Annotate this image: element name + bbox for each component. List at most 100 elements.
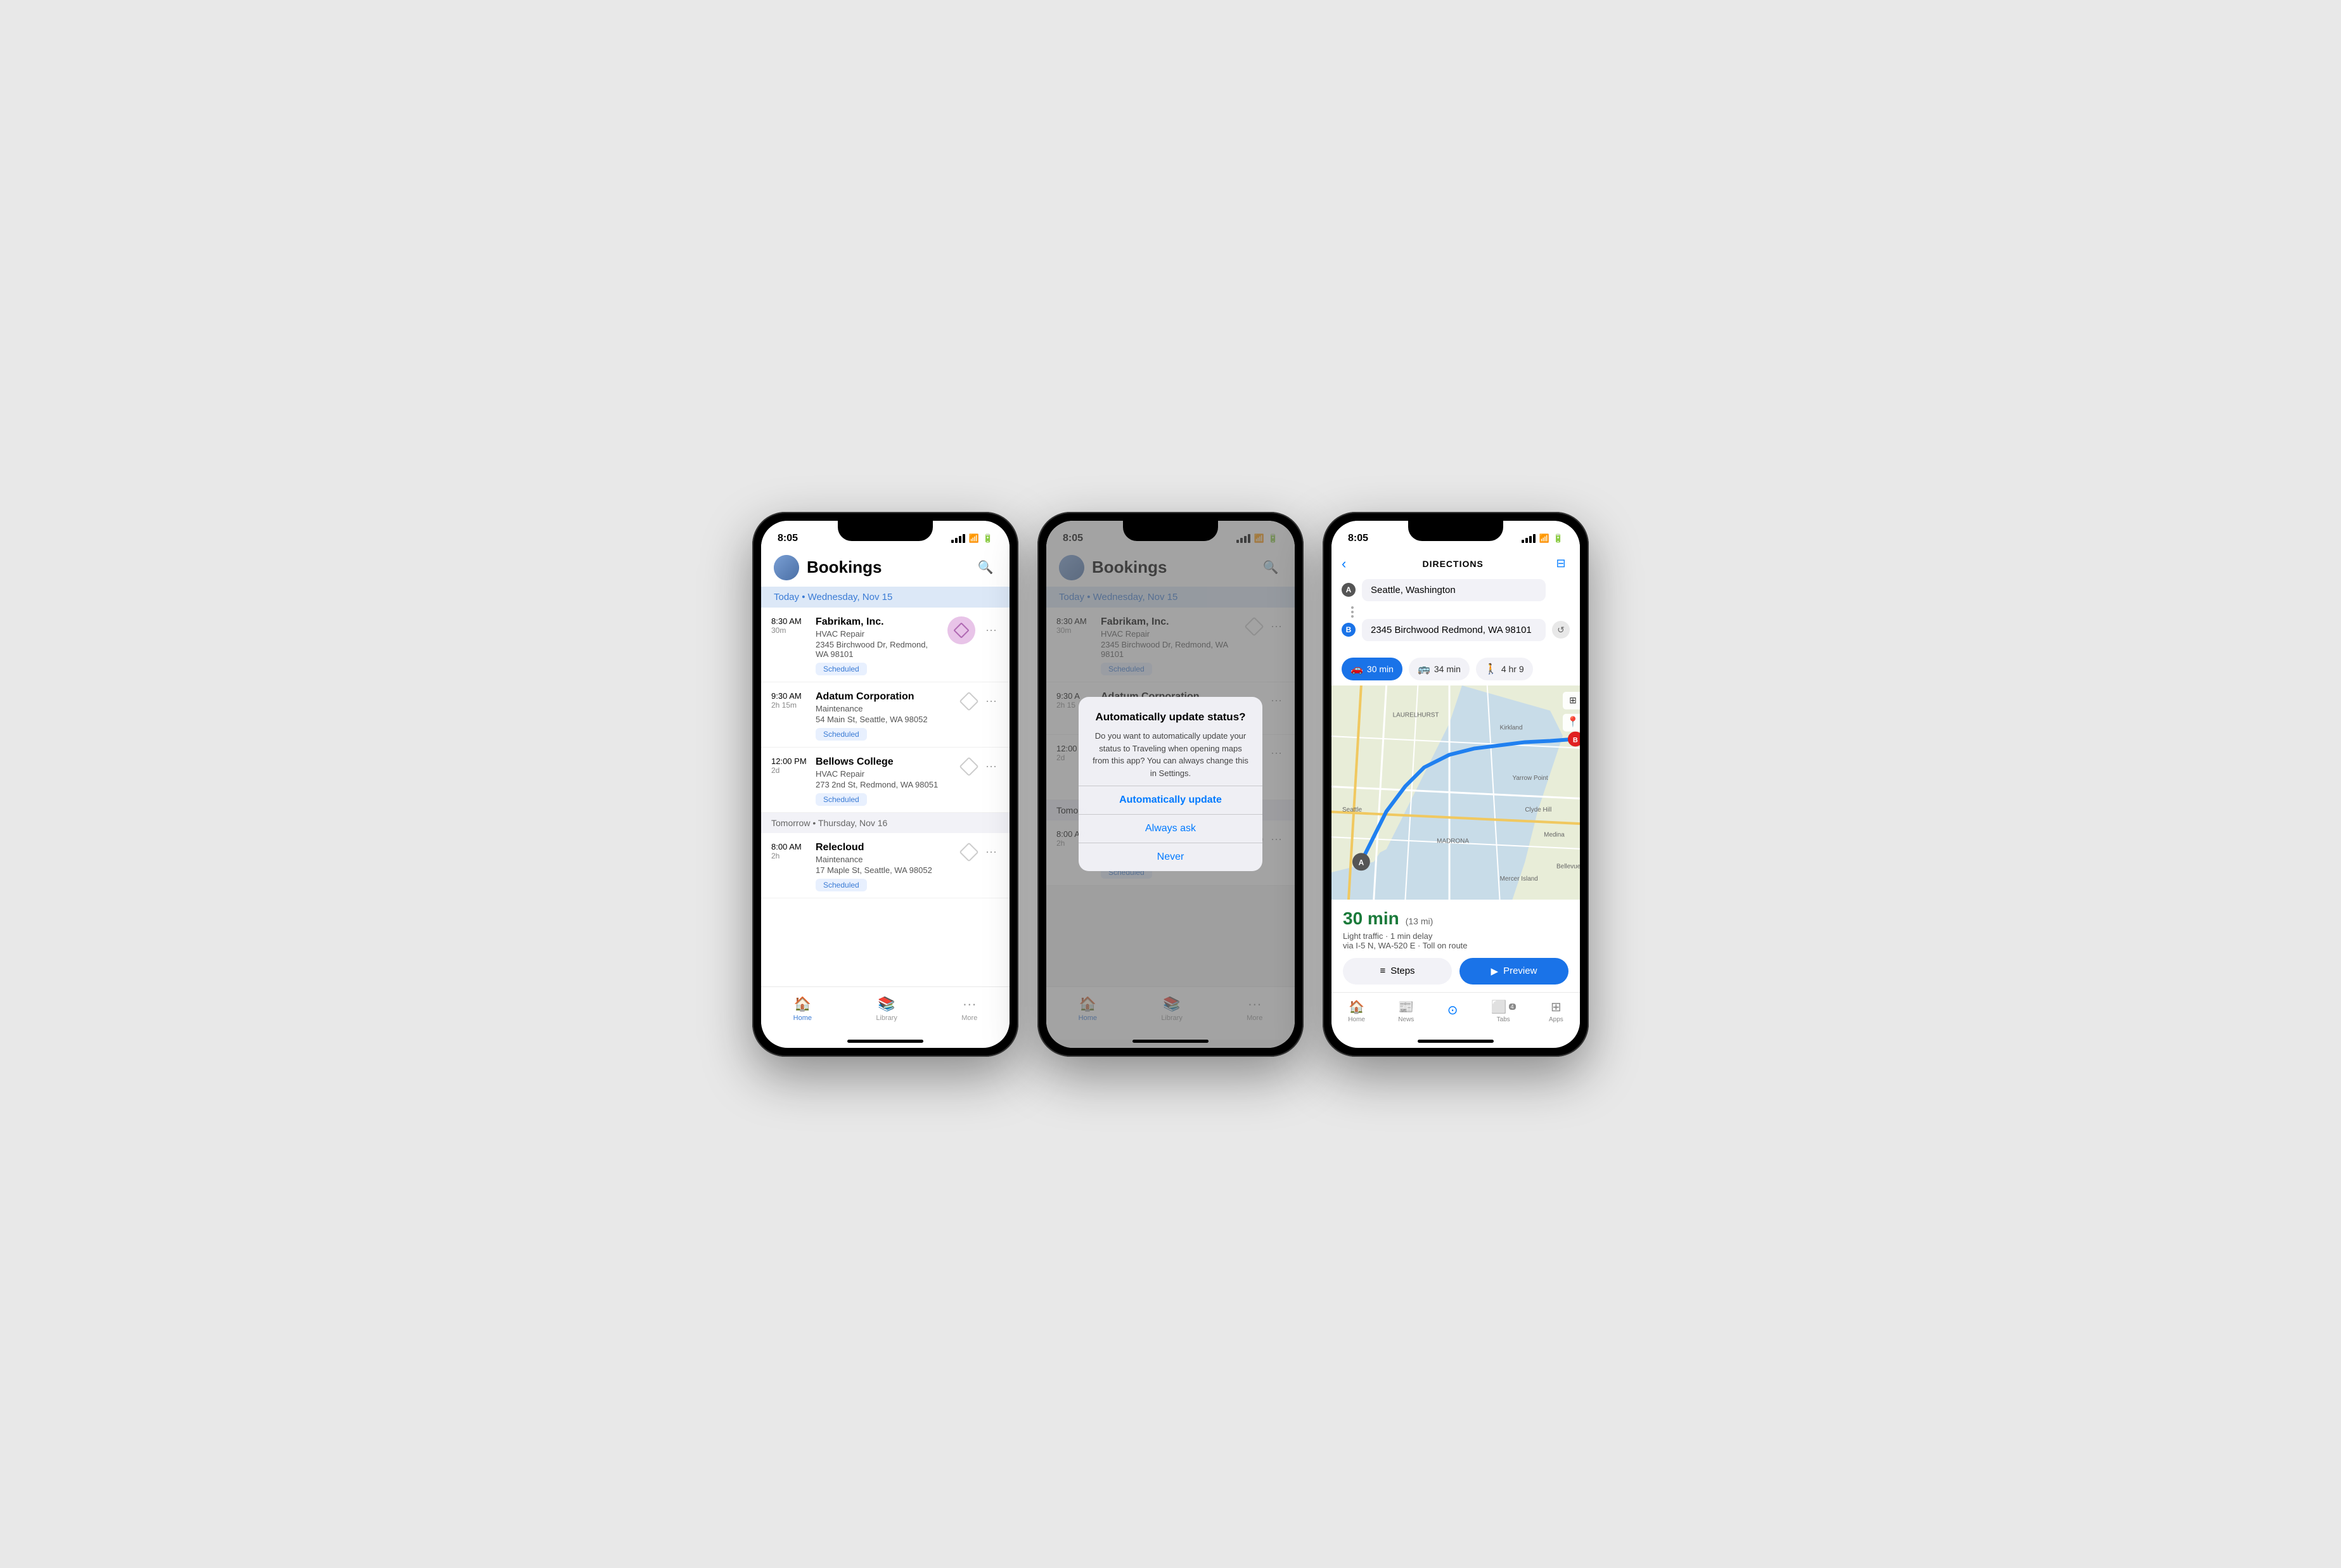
nav-more-1[interactable]: ··· More [949,993,990,1024]
booking-time-2: 9:30 AM 2h 15m [771,691,816,710]
booking-item-tomorrow-1[interactable]: 8:00 AM 2h Relecloud Maintenance 17 Mapl… [761,833,1010,898]
route-options: 🚗 30 min 🚌 34 min 🚶 4 hr 9 [1331,653,1580,685]
maps-nav-news-label: News [1398,1016,1414,1023]
dialog-overlay: Automatically update status? Do you want… [1046,521,1295,1048]
time-1: 8:05 [778,533,798,544]
dialog-btn-always-ask[interactable]: Always ask [1079,814,1262,843]
booking-item-1[interactable]: 8:30 AM 30m Fabrikam, Inc. HVAC Repair 2… [761,608,1010,682]
dialog-btn-never[interactable]: Never [1079,843,1262,871]
nav-library-1[interactable]: 📚 Library [863,993,910,1024]
more-nav-icon-1: ··· [963,996,977,1012]
booking-list-1: 8:30 AM 30m Fabrikam, Inc. HVAC Repair 2… [761,608,1010,986]
walk-icon: 🚶 [1485,663,1498,675]
origin-input[interactable]: Seattle, Washington [1362,579,1546,601]
waypoint-b: B [1342,623,1356,637]
map-distance: (13 mi) [1406,916,1433,926]
steps-button[interactable]: ≡ Steps [1343,958,1452,985]
svg-text:LAURELHURST: LAURELHURST [1393,711,1439,718]
preview-button[interactable]: ▶ Preview [1459,958,1568,985]
maps-nav-tabs[interactable]: ⬜ 4 Tabs [1482,998,1525,1024]
swap-button[interactable]: ↺ [1552,621,1570,639]
status-icons-1: 📶 🔋 [951,533,993,544]
maps-nav-cortana[interactable]: ⊙ [1439,1001,1467,1021]
filter-button[interactable]: ⊟ [1552,555,1570,573]
signal-icon-3 [1522,534,1536,543]
more-button-t1[interactable]: ··· [983,843,999,861]
library-icon-1: 📚 [878,996,895,1012]
car-icon: 🚗 [1350,663,1363,675]
booking-item-2[interactable]: 9:30 AM 2h 15m Adatum Corporation Mainte… [761,682,1010,748]
booking-time-t1: 8:00 AM 2h [771,842,816,860]
waypoint-a: A [1342,583,1356,597]
maps-bottom-nav: 🏠 Home 📰 News ⊙ ⬜ 4 Tabs [1331,992,1580,1040]
steps-icon: ≡ [1380,966,1385,976]
more-button-1[interactable]: ··· [983,621,999,639]
origin-row: A Seattle, Washington [1342,579,1570,601]
nav-more-label-1: More [961,1014,977,1022]
more-button-3[interactable]: ··· [983,757,999,775]
dialog-btn-auto-update[interactable]: Automatically update [1079,786,1262,814]
booking-actions-1: ··· [947,616,999,644]
bottom-nav-1: 🏠 Home 📚 Library ··· More [761,986,1010,1040]
tabs-count-badge: 4 [1509,1004,1516,1010]
maps-nav-news[interactable]: 📰 News [1389,998,1423,1024]
more-button-2[interactable]: ··· [983,692,999,710]
map-traffic: Light traffic · 1 min delay via I-5 N, W… [1343,931,1568,950]
destination-row: B 2345 Birchwood Redmond, WA 98101 ↺ [1342,619,1570,641]
booking-icon-2[interactable] [959,691,979,711]
notch-3 [1408,521,1503,541]
app-header-1: Bookings 🔍 [761,551,1010,587]
status-badge-1: Scheduled [816,663,867,675]
booking-time-3: 12:00 PM 2d [771,756,816,775]
svg-text:📍: 📍 [1567,715,1579,727]
booking-details-1: Fabrikam, Inc. HVAC Repair 2345 Birchwoo… [816,616,942,675]
booking-details-2: Adatum Corporation Maintenance 54 Main S… [816,691,954,741]
svg-text:MADRONA: MADRONA [1437,838,1469,845]
svg-text:Kirkland: Kirkland [1500,724,1523,731]
maps-apps-icon: ⊞ [1551,999,1562,1015]
booking-item-3[interactable]: 12:00 PM 2d Bellows College HVAC Repair … [761,748,1010,813]
maps-title: DIRECTIONS [1354,559,1552,569]
dialog-box: Automatically update status? Do you want… [1079,697,1262,871]
svg-text:Yarrow Point: Yarrow Point [1512,775,1548,782]
nav-home-1[interactable]: 🏠 Home [781,993,824,1024]
svg-text:⊞: ⊞ [1569,694,1577,704]
maps-nav-home-label: Home [1348,1016,1365,1023]
maps-header: ‹ DIRECTIONS ⊟ A Seattle, Washington [1331,551,1580,653]
time-3: 8:05 [1348,533,1368,544]
wifi-icon-3: 📶 [1539,533,1549,544]
dialog-message: Do you want to automatically update your… [1091,730,1250,779]
destination-input[interactable]: 2345 Birchwood Redmond, WA 98101 [1362,619,1546,641]
route-walk[interactable]: 🚶 4 hr 9 [1476,658,1533,680]
date-header-1: Today • Wednesday, Nov 15 [761,587,1010,608]
battery-icon-3: 🔋 [1553,533,1563,544]
booking-icon-t1[interactable] [959,842,979,862]
phone-1: 8:05 📶 🔋 Bookings � [752,512,1018,1057]
maps-cortana-icon: ⊙ [1447,1002,1458,1018]
maps-news-icon: 📰 [1398,999,1414,1015]
svg-text:B: B [1573,736,1578,744]
route-transit[interactable]: 🚌 34 min [1409,658,1470,680]
maps-nav-apps[interactable]: ⊞ Apps [1540,998,1572,1024]
preview-icon: ▶ [1491,966,1499,977]
maps-nav-tabs-label: Tabs [1497,1016,1510,1023]
booking-actions-t1: ··· [959,842,999,862]
search-button-1[interactable]: 🔍 [974,556,997,579]
map-view[interactable]: A B LAURELHURST Kirkland Yarrow Point Cl… [1331,685,1580,900]
maps-back-button[interactable]: ‹ [1342,556,1346,572]
maps-nav-apps-label: Apps [1549,1016,1563,1023]
map-buttons: ≡ Steps ▶ Preview [1343,958,1568,985]
booking-details-3: Bellows College HVAC Repair 273 2nd St, … [816,756,954,806]
map-info: 30 min (13 mi) Light traffic · 1 min del… [1331,900,1580,992]
route-car[interactable]: 🚗 30 min [1342,658,1402,680]
booking-icon-3[interactable] [959,756,979,777]
status-badge-2: Scheduled [816,728,867,741]
phone-2: 8:05 📶 🔋 Bookings � [1037,512,1304,1057]
svg-text:Bellevue: Bellevue [1556,863,1580,870]
maps-nav-home[interactable]: 🏠 Home [1339,998,1374,1024]
nav-library-label-1: Library [876,1014,897,1022]
booking-icon-1[interactable] [947,616,975,644]
dialog-title: Automatically update status? [1091,711,1250,723]
booking-actions-2: ··· [959,691,999,711]
svg-text:Medina: Medina [1544,831,1565,838]
